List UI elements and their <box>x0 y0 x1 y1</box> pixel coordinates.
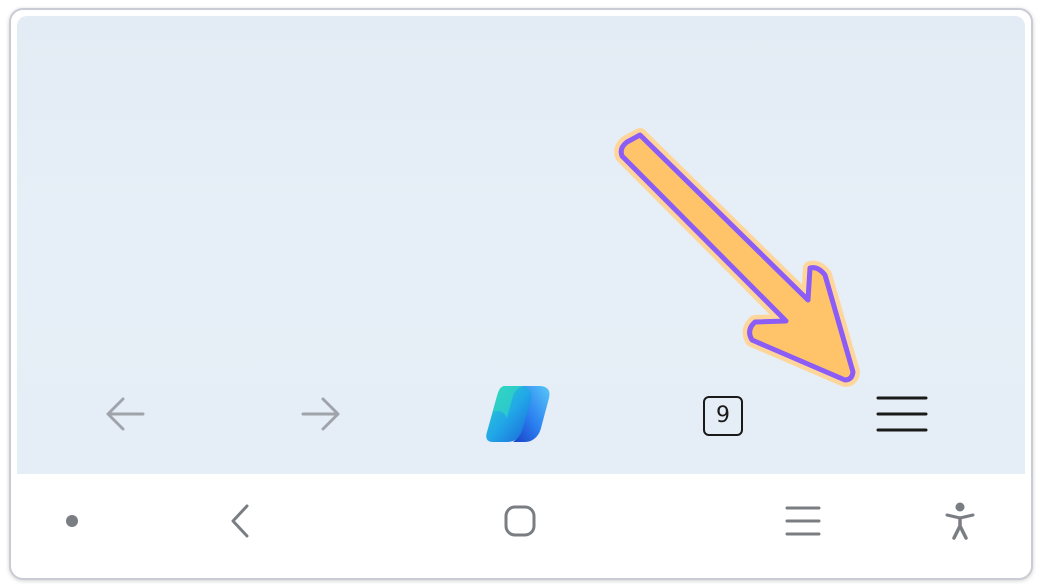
nav-accessibility-button[interactable] <box>920 474 1000 572</box>
hamburger-menu-icon <box>875 392 929 441</box>
browser-bottom-toolbar: 9 <box>17 376 1025 456</box>
copilot-logo-icon <box>483 380 559 453</box>
nav-home-button[interactable] <box>480 474 560 572</box>
tabs-button[interactable]: 9 <box>683 376 763 456</box>
rounded-square-home-icon <box>503 504 537 543</box>
arrow-left-icon <box>103 394 147 439</box>
nav-recents-button[interactable] <box>763 474 843 572</box>
browser-content-area: 9 <box>17 16 1025 474</box>
nav-dot-button[interactable] <box>32 474 112 572</box>
nav-back-button[interactable] <box>200 474 280 572</box>
forward-button[interactable] <box>281 376 361 456</box>
device-frame: 9 <box>9 8 1033 580</box>
chevron-left-icon <box>228 503 252 544</box>
copilot-button[interactable] <box>481 376 561 456</box>
accessibility-person-icon <box>944 501 976 546</box>
recents-lines-icon <box>784 504 822 543</box>
arrow-right-icon <box>299 394 343 439</box>
system-navigation-bar <box>17 474 1025 572</box>
dot-icon <box>65 514 79 533</box>
tab-count-badge: 9 <box>703 396 743 436</box>
back-button[interactable] <box>85 376 165 456</box>
menu-button[interactable] <box>862 376 942 456</box>
